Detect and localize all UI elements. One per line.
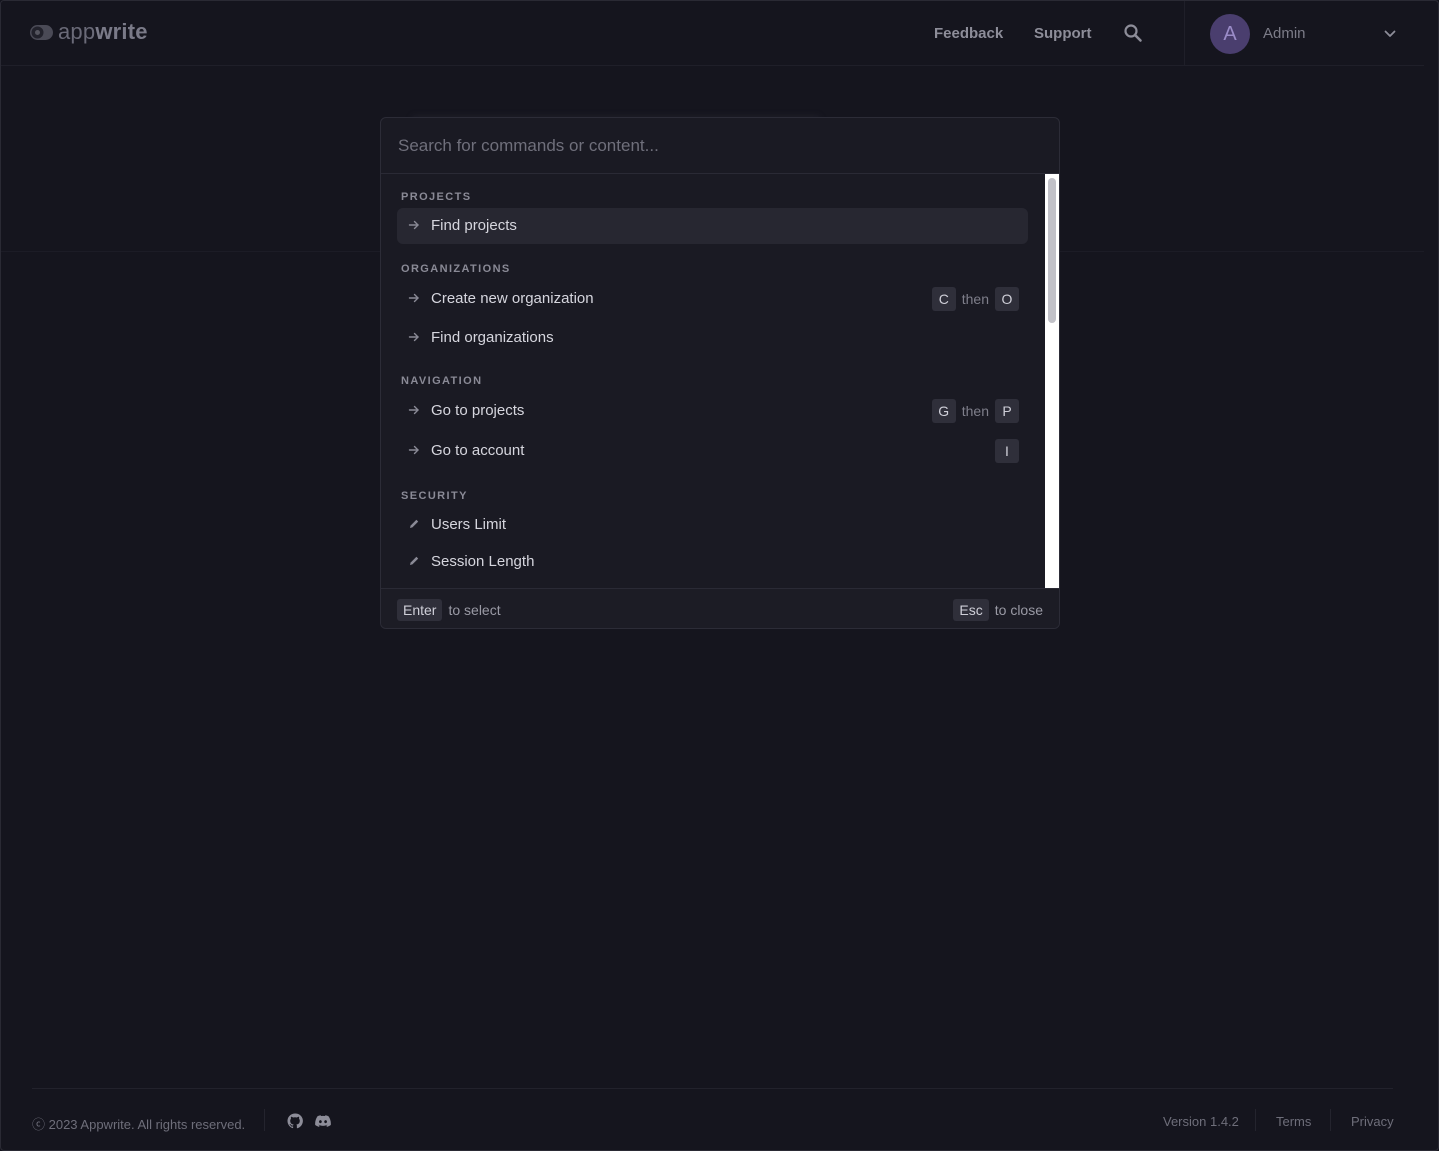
command-label: Users Limit: [431, 516, 507, 533]
command-list: PROJECTS Find projects ORGANIZATIONS Cre…: [381, 174, 1045, 588]
keyboard-shortcut: C then O: [931, 287, 1019, 311]
close-hint: Esc to close: [953, 599, 1043, 621]
top-header: appwrite Feedback Support A Admin: [1, 1, 1424, 66]
command-create-organization[interactable]: Create new organization C then O: [397, 281, 1028, 317]
feedback-link[interactable]: Feedback: [934, 25, 1003, 42]
command-find-projects[interactable]: Find projects: [397, 208, 1028, 244]
command-session-length[interactable]: Session Length: [397, 544, 1028, 580]
section-title-projects: PROJECTS: [401, 191, 472, 203]
terms-link[interactable]: Terms: [1276, 1114, 1311, 1129]
user-name[interactable]: Admin: [1263, 25, 1306, 42]
appwrite-logo-icon: [30, 24, 53, 40]
command-label: Session Length: [431, 553, 535, 570]
arrow-right-icon: [408, 293, 419, 303]
pencil-icon: [410, 519, 419, 528]
command-label: Find organizations: [431, 329, 554, 346]
select-hint: Enter to select: [397, 599, 501, 621]
scrollbar-thumb[interactable]: [1048, 178, 1056, 323]
logo-text: appwrite: [58, 19, 148, 44]
command-label: Go to account: [431, 442, 525, 459]
arrow-right-icon: [408, 405, 419, 415]
version-text: Version 1.4.2: [1163, 1114, 1239, 1129]
footer-separator: [1330, 1109, 1331, 1131]
command-search-input[interactable]: [396, 132, 1040, 160]
discord-icon[interactable]: [315, 1113, 331, 1129]
shortcut-key: O: [995, 287, 1019, 311]
command-label: Go to projects: [431, 402, 525, 419]
close-hint-text: to close: [994, 602, 1043, 618]
shortcut-key: I: [995, 439, 1019, 463]
privacy-link[interactable]: Privacy: [1351, 1114, 1394, 1129]
select-hint-text: to select: [448, 602, 501, 618]
github-icon[interactable]: [287, 1113, 303, 1129]
shortcut-then: then: [961, 291, 989, 307]
command-list-scrollbar[interactable]: [1045, 174, 1059, 588]
footer-divider: [32, 1088, 1393, 1089]
command-go-to-account[interactable]: Go to account I: [397, 433, 1028, 469]
app-window: appwrite Feedback Support A Admin PROJEC…: [0, 0, 1439, 1151]
command-find-organizations[interactable]: Find organizations: [397, 320, 1028, 356]
shortcut-then: then: [961, 403, 989, 419]
pencil-icon: [410, 556, 419, 565]
avatar[interactable]: A: [1210, 14, 1250, 54]
shortcut-key: G: [931, 399, 956, 423]
copyright-text: ⓒ 2023 Appwrite. All rights reserved.: [32, 1117, 246, 1132]
appwrite-logo[interactable]: appwrite: [29, 19, 148, 45]
arrow-right-icon: [408, 332, 419, 342]
footer-separator: [1255, 1109, 1256, 1131]
command-users-limit[interactable]: Users Limit: [397, 507, 1028, 543]
palette-search-bar: [381, 118, 1059, 174]
chevron-down-icon[interactable]: [1383, 27, 1397, 41]
command-palette: PROJECTS Find projects ORGANIZATIONS Cre…: [380, 117, 1060, 629]
palette-footer: Enter to select Esc to close: [381, 588, 1059, 628]
arrow-right-icon: [408, 445, 419, 455]
shortcut-key: P: [995, 399, 1019, 423]
esc-key: Esc: [953, 599, 989, 621]
section-title-organizations: ORGANIZATIONS: [401, 263, 511, 275]
command-go-to-projects[interactable]: Go to projects G then P: [397, 393, 1028, 429]
shortcut-key: C: [931, 287, 956, 311]
command-label: Find projects: [431, 217, 517, 234]
search-icon[interactable]: [1123, 23, 1143, 43]
enter-key: Enter: [397, 599, 443, 621]
keyboard-shortcut: G then P: [931, 399, 1019, 423]
section-title-navigation: NAVIGATION: [401, 375, 483, 387]
arrow-right-icon: [408, 220, 419, 230]
header-divider: [1184, 1, 1185, 65]
command-label: Create new organization: [431, 290, 594, 307]
support-link[interactable]: Support: [1034, 25, 1092, 42]
keyboard-shortcut: I: [995, 439, 1019, 463]
section-title-security: SECURITY: [401, 490, 468, 502]
footer-separator: [264, 1109, 265, 1131]
